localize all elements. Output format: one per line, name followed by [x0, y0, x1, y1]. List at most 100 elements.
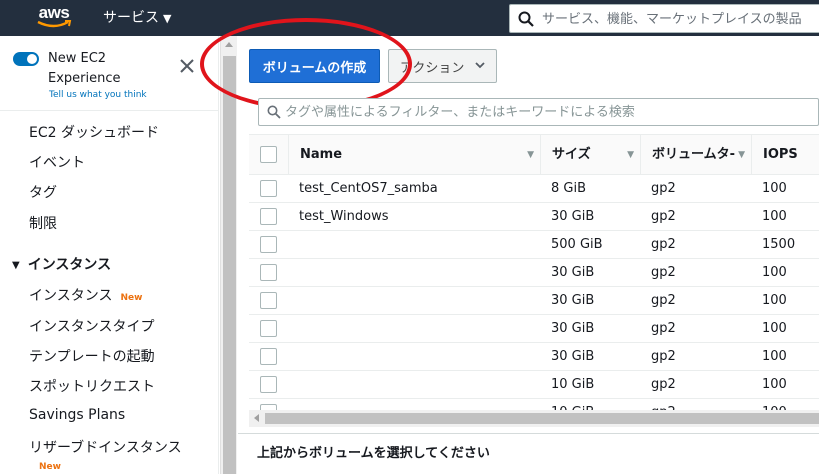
scroll-left-arrow-icon[interactable] [254, 414, 259, 422]
sidebar-section-instances[interactable]: ▼ インスタンス [12, 254, 111, 274]
sidebar-scrollbar[interactable] [220, 36, 237, 474]
row-checkbox[interactable] [260, 180, 277, 197]
cell-name [288, 371, 540, 399]
cell-size: 30 GiB [551, 209, 595, 224]
new-experience-label: New EC2 Experience [48, 51, 121, 86]
cell-volume-type: gp2 [651, 293, 676, 308]
details-panel: 上記からボリュームを選択してください [238, 433, 819, 474]
select-all-checkbox[interactable] [260, 146, 277, 163]
sidebar-item-label: インスタンス [29, 288, 113, 304]
row-checkbox[interactable] [260, 376, 277, 393]
scrollbar-thumb[interactable] [265, 413, 819, 424]
search-icon [518, 11, 534, 27]
table-header: Name ▼ サイズ ▼ ボリュームタ- ▼ IOPS [249, 135, 819, 175]
sidebar-item-savings-plans[interactable]: Savings Plans [29, 407, 125, 423]
table-row[interactable]: 500 GiB gp2 1500 [249, 231, 819, 259]
sidebar-section-label: インスタンス [27, 257, 112, 273]
sidebar-item-tags[interactable]: タグ [29, 182, 57, 202]
global-search-box[interactable] [509, 4, 819, 33]
column-header-volume-type[interactable]: ボリュームタ- ▼ [640, 135, 751, 175]
scroll-up-arrow-icon[interactable] [225, 42, 233, 47]
table-row[interactable]: test_Windows 30 GiB gp2 100 [249, 203, 819, 231]
tell-us-link[interactable]: Tell us what you think [49, 90, 147, 100]
sidebar-item-launch-templates[interactable]: テンプレートの起動 [29, 346, 155, 366]
row-checkbox[interactable] [260, 348, 277, 365]
triangle-down-icon: ▼ [12, 260, 20, 271]
new-experience-toggle[interactable] [13, 52, 39, 66]
cell-iops: 100 [762, 349, 787, 364]
services-menu[interactable]: サービス ▼ [103, 0, 171, 36]
row-checkbox[interactable] [260, 320, 277, 337]
aws-smile-icon [37, 20, 72, 28]
cell-iops: 100 [762, 265, 787, 280]
sidebar-item-instances[interactable]: インスタンス New [29, 285, 142, 305]
cell-volume-type: gp2 [651, 237, 676, 252]
sidebar-item-limits[interactable]: 制限 [29, 213, 57, 233]
table-row[interactable]: 10 GiB gp2 100 [249, 371, 819, 399]
create-volume-button[interactable]: ボリュームの作成 [249, 49, 380, 83]
cell-iops: 100 [762, 209, 787, 224]
column-header-name[interactable]: Name ▼ [288, 135, 540, 175]
cell-name [288, 315, 540, 343]
column-header-label: Name [300, 147, 343, 162]
cell-size: 10 GiB [551, 377, 595, 392]
column-header-iops[interactable]: IOPS [751, 135, 819, 175]
cell-size: 30 GiB [551, 321, 595, 336]
column-header-label: IOPS [763, 147, 798, 162]
table-row[interactable]: 30 GiB gp2 100 [249, 315, 819, 343]
cell-iops: 100 [762, 377, 787, 392]
sort-icon: ▼ [738, 150, 745, 160]
table-row[interactable]: 30 GiB gp2 100 [249, 287, 819, 315]
table-row[interactable]: 30 GiB gp2 100 [249, 259, 819, 287]
main-content: ボリュームの作成 アクション Name▼ サイズ▼ ボリュームタ-▼ IO [200, 18, 819, 474]
cell-volume-type: gp2 [651, 321, 676, 336]
cell-size: 30 GiB [551, 349, 595, 364]
global-search-input[interactable] [542, 8, 819, 30]
cell-name [288, 259, 540, 287]
cell-volume-type: gp2 [651, 181, 676, 196]
cell-volume-type: gp2 [651, 377, 676, 392]
caret-down-icon: ▼ [163, 12, 172, 25]
actions-dropdown-button[interactable]: アクション [388, 49, 497, 83]
sidebar-item-reserved-instances[interactable]: リザーブドインスタンス [29, 437, 182, 457]
cell-size: 30 GiB [551, 293, 595, 308]
cell-volume-type: gp2 [651, 209, 676, 224]
column-header-size[interactable]: サイズ ▼ [540, 135, 640, 175]
cell-iops: 100 [762, 181, 787, 196]
cell-name [288, 231, 540, 259]
cell-name [288, 287, 540, 315]
cell-volume-type: gp2 [651, 265, 676, 280]
sidebar-item-spot-requests[interactable]: スポットリクエスト [29, 376, 155, 396]
actions-label: アクション [400, 60, 465, 76]
chevron-down-icon [475, 62, 485, 69]
sidebar-item-events[interactable]: イベント [29, 152, 85, 172]
row-checkbox[interactable] [260, 264, 277, 281]
row-checkbox[interactable] [260, 292, 277, 309]
aws-logo[interactable]: aws [34, 4, 74, 32]
table-row[interactable]: 30 GiB gp2 100 [249, 343, 819, 371]
column-header-label: ボリュームタ- [652, 147, 736, 162]
cell-iops: 100 [762, 293, 787, 308]
services-label: サービス [103, 10, 159, 26]
sidebar-item-ec2-dashboard[interactable]: EC2 ダッシュボード [29, 122, 159, 142]
filter-input[interactable] [285, 102, 815, 122]
row-checkbox[interactable] [260, 208, 277, 225]
toggle-knob [27, 54, 37, 64]
close-icon[interactable] [179, 58, 195, 74]
row-checkbox[interactable] [260, 236, 277, 253]
new-badge: New [39, 462, 61, 472]
cell-size: 8 GiB [551, 181, 587, 196]
volumes-table: Name ▼ サイズ ▼ ボリュームタ- ▼ IOPS test_CentOS7_sa… [249, 134, 819, 424]
cell-iops: 100 [762, 321, 787, 336]
sidebar: New EC2 Experience Tell us what you thin… [0, 36, 219, 474]
table-horizontal-scrollbar[interactable] [249, 410, 819, 427]
cell-name [288, 343, 540, 371]
sidebar-item-instance-types[interactable]: インスタンスタイプ [29, 316, 154, 336]
search-icon [267, 105, 281, 119]
scrollbar-thumb[interactable] [223, 56, 236, 474]
sort-icon: ▼ [527, 150, 534, 160]
table-row[interactable]: test_CentOS7_samba 8 GiB gp2 100 [249, 175, 819, 203]
top-nav: aws サービス ▼ [0, 0, 819, 36]
new-badge: New [120, 293, 143, 303]
filter-box[interactable] [258, 98, 819, 126]
